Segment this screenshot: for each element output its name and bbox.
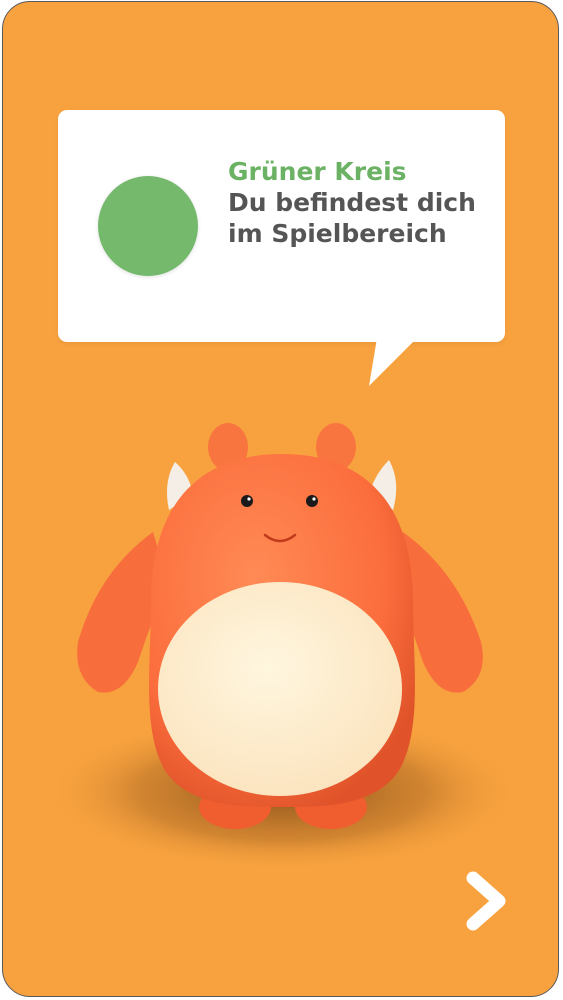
onboarding-card: Grüner Kreis Du befindest dich im Spielb… xyxy=(2,1,559,997)
message-title: Grüner Kreis xyxy=(228,157,407,186)
next-button[interactable] xyxy=(459,868,515,934)
message-text: Grüner Kreis Du befindest dich im Spielb… xyxy=(228,156,488,249)
monster-mascot xyxy=(43,423,523,872)
right-eye xyxy=(306,495,318,507)
speech-bubble-tail xyxy=(369,338,417,386)
left-eye xyxy=(241,495,253,507)
speech-bubble: Grüner Kreis Du befindest dich im Spielb… xyxy=(58,110,505,342)
message-body: Du befindest dich im Spielbereich xyxy=(228,188,476,248)
monster-belly xyxy=(158,582,402,796)
chevron-right-icon xyxy=(466,871,506,931)
green-circle-indicator xyxy=(98,176,198,276)
